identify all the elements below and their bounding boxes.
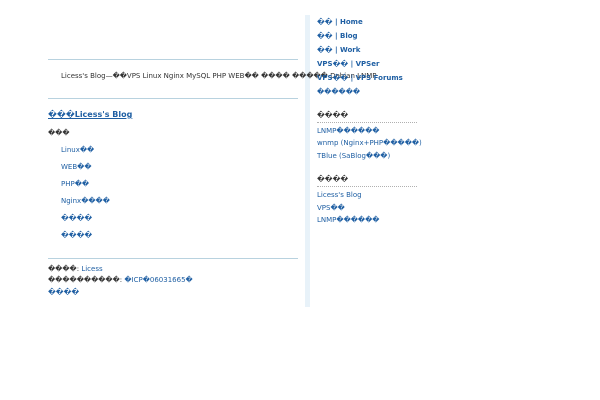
sidebar-link-vps[interactable]: VPS�� [317, 204, 345, 212]
footer-icp-label: ����������: [48, 276, 123, 284]
footer-author-link[interactable]: Licess [81, 265, 102, 273]
nav-home[interactable]: �� | Home [317, 18, 363, 26]
nav-blog[interactable]: �� | Blog [317, 32, 358, 40]
category-link-6[interactable]: ���� [61, 231, 92, 239]
categories-heading: ��� [48, 129, 70, 137]
footer-icp-link[interactable]: �ICP�06031665� [124, 276, 192, 284]
sidebar-link-lnmp-2[interactable]: LNMP������ [317, 216, 379, 224]
category-link-web[interactable]: WEB�� [61, 163, 92, 171]
footer-icp: ����������: �ICP�06031665� [48, 276, 193, 284]
footer-link[interactable]: ���� [48, 288, 79, 296]
nav-extra[interactable]: ������ [317, 88, 360, 96]
blog-title-link[interactable]: ���Licess's Blog [48, 110, 132, 119]
divider-line [48, 98, 298, 99]
divider-stripe [305, 15, 310, 307]
sidebar-link-tblue[interactable]: TBlue (SaBlog���) [317, 152, 390, 160]
footer-author-label: ����: [48, 265, 80, 273]
sidebar-link-licess-blog[interactable]: Licess's Blog [317, 191, 362, 199]
category-link-5[interactable]: ���� [61, 214, 92, 222]
divider-line [48, 59, 298, 60]
nav-vps-forums[interactable]: VPS�� | VPS Forums [317, 74, 403, 82]
sidebar-separator [317, 186, 417, 187]
category-link-nginx[interactable]: Nginx���� [61, 197, 110, 205]
nav-vpser[interactable]: VPS�� | VPSer [317, 60, 379, 68]
sidebar-heading-1: ���� [317, 111, 349, 119]
category-link-php[interactable]: PHP�� [61, 180, 89, 188]
divider-line [48, 258, 298, 259]
nav-work[interactable]: �� | Work [317, 46, 360, 54]
sidebar-link-lnmp[interactable]: LNMP������ [317, 127, 379, 135]
sidebar-link-wnmp[interactable]: wnmp (Nginx+PHP�����) [317, 139, 422, 147]
category-link-linux[interactable]: Linux�� [61, 146, 94, 154]
sidebar-heading-2: ���� [317, 175, 349, 183]
sidebar-separator [317, 122, 417, 123]
footer-author: ����: Licess [48, 265, 103, 273]
